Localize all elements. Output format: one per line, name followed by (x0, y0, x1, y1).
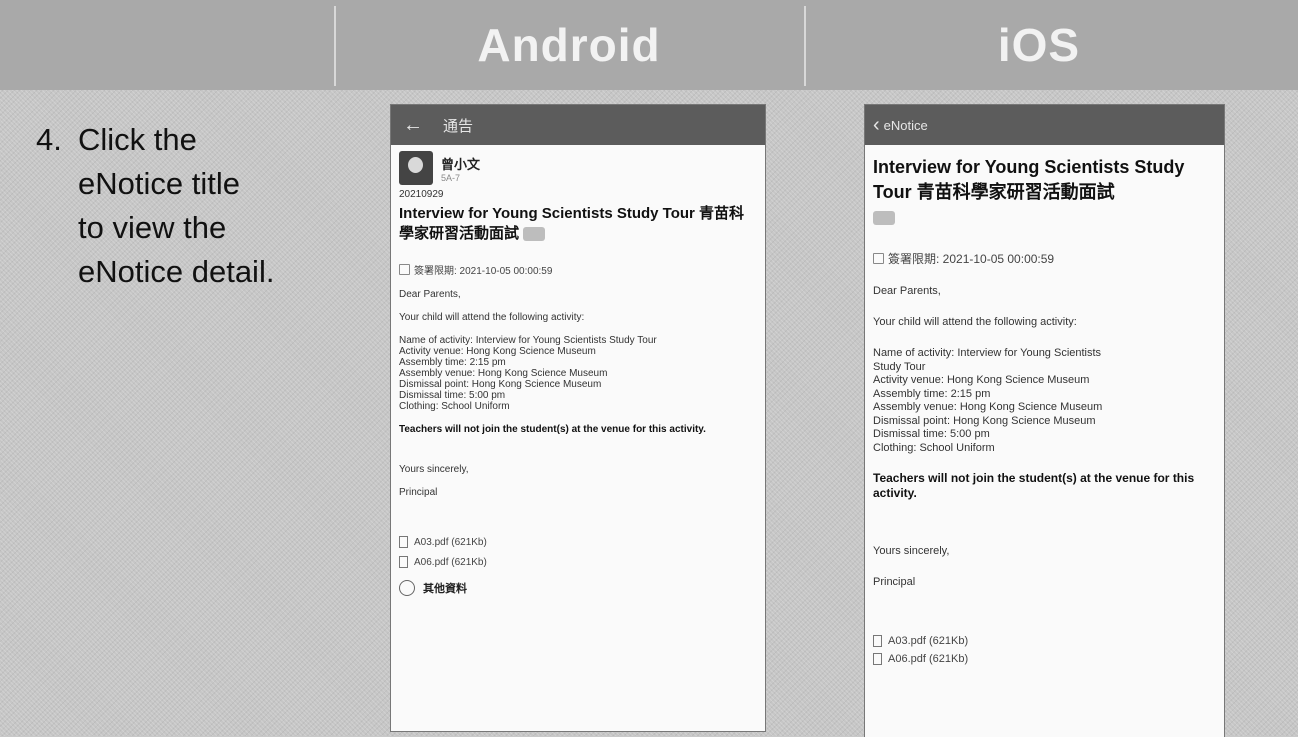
file-icon (399, 556, 408, 568)
calendar-icon (399, 264, 410, 275)
closing: Yours sincerely, (399, 464, 469, 475)
attachment-name: A06.pdf (621Kb) (414, 556, 487, 568)
signature: Principal (873, 576, 916, 588)
file-icon (873, 635, 882, 647)
deadline-text: 簽署限期: 2021-10-05 00:00:59 (888, 252, 1055, 266)
attachment-link[interactable]: A03.pdf (621Kb) (399, 536, 757, 548)
author-name: 曾小文 (441, 156, 481, 172)
ios-nav-bar: ‹ eNotice (865, 105, 1224, 145)
more-info-button[interactable]: 其他資料 (399, 580, 757, 596)
notice-detail: Interview for Young Scientists Study Tou… (865, 145, 1224, 671)
notice-detail: 曾小文 5A-7 20210929 Interview for Young Sc… (391, 145, 765, 602)
calendar-icon (873, 253, 884, 264)
teacher-notice: Teachers will not join the student(s) at… (399, 424, 706, 435)
notice-title: Interview for Young Scientists Study Tou… (873, 155, 1216, 230)
notice-title-text: Interview for Young Scientists Study Tou… (399, 205, 745, 242)
detail-line: Assembly time: 2:15 pm (399, 357, 506, 368)
step-line: Click the (78, 122, 197, 157)
greeting: Dear Parents, (399, 289, 461, 300)
android-app-bar: ← 通告 (391, 105, 765, 145)
step-line: eNotice detail. (78, 254, 275, 289)
nav-back-label[interactable]: eNotice (884, 118, 928, 133)
attachment-link[interactable]: A06.pdf (621Kb) (873, 653, 1216, 665)
step-line: eNotice title (78, 166, 240, 201)
detail-line: Activity venue: Hong Kong Science Museum (399, 346, 596, 357)
step-text: Click the eNotice title to view the eNot… (78, 118, 338, 294)
attachment-link[interactable]: A03.pdf (621Kb) (873, 635, 1216, 647)
chevron-left-icon[interactable]: ‹ (873, 114, 880, 137)
detail-line: Assembly venue: Hong Kong Science Museum (873, 401, 1103, 413)
detail-line: Study Tour (873, 360, 926, 373)
detail-line: Clothing: School Uniform (399, 401, 510, 412)
back-arrow-icon[interactable]: ← (397, 114, 429, 137)
detail-line: Name of activity: Interview for Young Sc… (873, 347, 1102, 359)
intro-text: Your child will attend the following act… (399, 312, 585, 323)
detail-line: Activity venue: Hong Kong Science Museum (873, 374, 1090, 386)
ios-heading: iOS (997, 19, 1081, 71)
step-line: to view the (78, 210, 227, 245)
intro-text: Your child will attend the following act… (873, 316, 1077, 328)
notice-date: 20210929 (399, 189, 444, 200)
attachment-name: A06.pdf (621Kb) (888, 653, 969, 665)
detail-line: Name of activity: Interview for Young Sc… (399, 335, 657, 346)
attachment-link[interactable]: A06.pdf (621Kb) (399, 556, 757, 568)
android-screen: ← 通告 曾小文 5A-7 20210929 Interview for You… (390, 104, 766, 732)
platform-header: Android iOS (0, 0, 1298, 90)
detail-line: Dismissal point: Hong Kong Science Museu… (399, 379, 602, 390)
activity-details: Name of activity: Interview for Young Sc… (399, 335, 757, 412)
avatar (399, 151, 433, 185)
detail-line: Dismissal time: 5:00 pm (399, 390, 506, 401)
signature: Principal (399, 487, 438, 498)
file-icon (873, 653, 882, 665)
detail-line: Dismissal time: 5:00 pm (873, 428, 990, 440)
detail-line: Assembly time: 2:15 pm (873, 387, 991, 400)
greeting: Dear Parents, (873, 285, 941, 297)
status-badge (523, 227, 546, 242)
notice-title: Interview for Young Scientists Study Tou… (399, 204, 757, 244)
teacher-notice: Teachers will not join the student(s) at… (873, 471, 1195, 500)
sign-deadline: 簽署限期: 2021-10-05 00:00:59 (399, 262, 757, 277)
more-info-label: 其他資料 (423, 583, 467, 595)
status-badge (873, 211, 895, 226)
file-icon (399, 536, 408, 548)
ios-screen: ‹ eNotice Interview for Young Scientists… (864, 104, 1225, 737)
sign-deadline: 簽署限期: 2021-10-05 00:00:59 (873, 250, 1216, 267)
step-number: 4. (36, 122, 62, 157)
more-info-icon (399, 580, 415, 596)
detail-line: Clothing: School Uniform (873, 441, 995, 454)
deadline-text: 簽署限期: 2021-10-05 00:00:59 (414, 266, 553, 277)
activity-details: Name of activity: Interview for Young Sc… (873, 347, 1216, 455)
attachment-name: A03.pdf (621Kb) (888, 635, 969, 647)
notice-title-text: Interview for Young Scientists Study Tou… (873, 157, 1185, 202)
detail-line: Assembly venue: Hong Kong Science Museum (399, 368, 608, 379)
attachment-name: A03.pdf (621Kb) (414, 536, 487, 548)
android-heading: Android (477, 19, 661, 71)
app-bar-title: 通告 (443, 117, 474, 135)
author-row: 曾小文 5A-7 (399, 151, 757, 185)
closing: Yours sincerely, (873, 545, 950, 557)
author-class: 5A-7 (441, 172, 461, 183)
detail-line: Dismissal point: Hong Kong Science Museu… (873, 414, 1096, 427)
